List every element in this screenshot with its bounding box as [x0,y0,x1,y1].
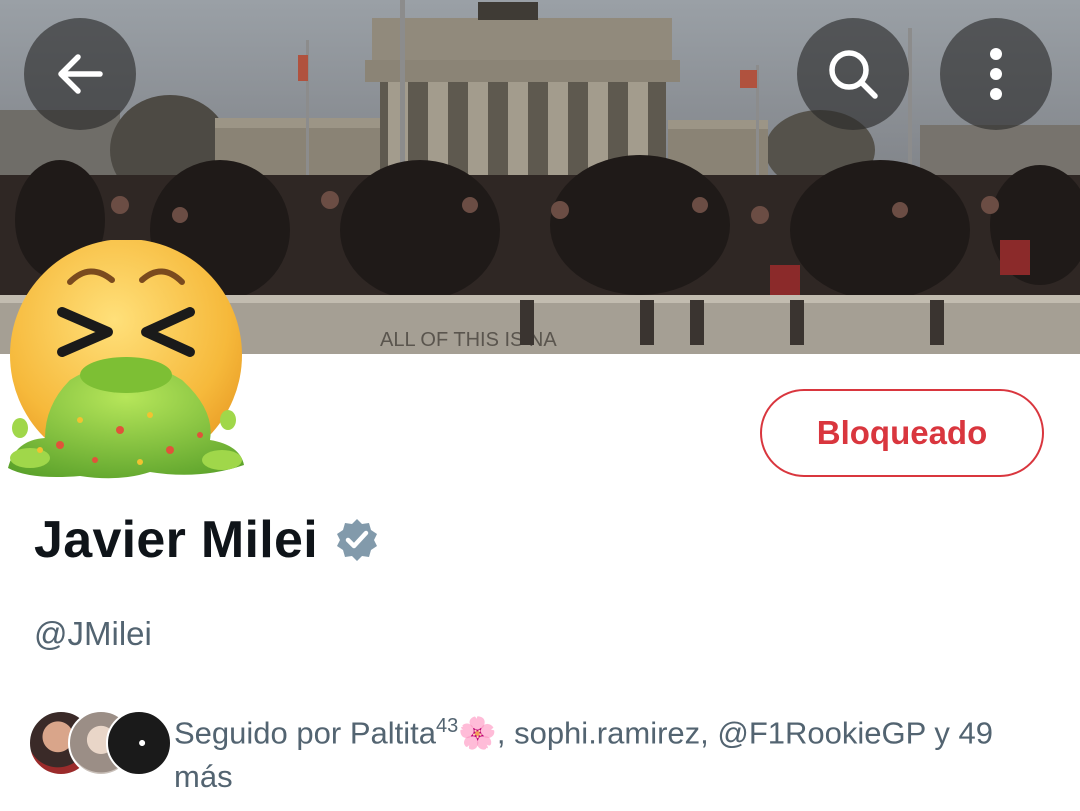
blocked-button[interactable]: Bloqueado [760,389,1044,477]
avatar [106,710,172,776]
followed-by-text: Seguido por Paltita43🌸, sophi.ramirez, @… [174,715,993,795]
verified-badge-icon[interactable] [334,517,380,563]
followed-by-section[interactable]: Seguido por Paltita43🌸, sophi.ramirez, @… [28,704,1058,794]
back-button[interactable] [24,18,136,130]
profile-avatar[interactable] [0,239,250,485]
search-icon [829,50,878,99]
followers-avatar-stack [28,710,172,780]
search-button[interactable] [797,18,909,130]
profile-name: Javier Milei [34,511,318,569]
profile-name-row: Javier Milei [34,510,380,570]
vomiting-face-icon [8,239,244,479]
profile-handle: @JMilei [34,615,152,652]
arrow-left-icon [58,54,103,94]
more-vertical-icon [990,48,1002,100]
more-options-button[interactable] [940,18,1052,130]
cherry-blossom-emoji-icon: 🌸 [458,715,497,751]
